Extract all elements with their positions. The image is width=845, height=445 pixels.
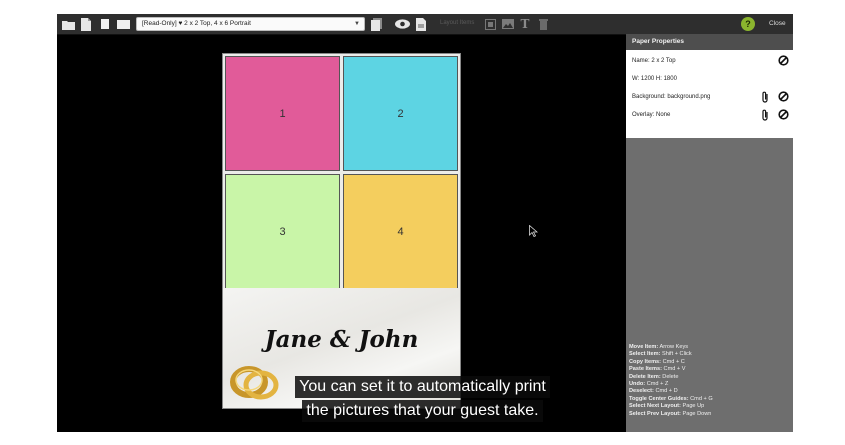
properties-panel: Paper Properties Name: 2 x 2 Top W: 1200… — [626, 34, 793, 432]
photo-slot-number: 1 — [279, 107, 286, 120]
property-background-row[interactable]: Background: background.png — [626, 88, 793, 106]
caption-line-2: the pictures that your guest take. — [302, 400, 543, 422]
shortcut-value: Shift + Click — [661, 351, 692, 358]
help-button[interactable]: ? — [741, 17, 755, 31]
clear-name-icon[interactable] — [778, 55, 789, 66]
mouse-cursor-icon — [529, 225, 538, 237]
photo-slot-3[interactable]: 3 — [225, 174, 340, 289]
property-overlay: Overlay: None — [632, 112, 671, 118]
shortcut-value: Cmd + C — [662, 358, 685, 365]
layout-select[interactable]: [Read-Only] ♥ 2 x 2 Top, 4 x 6 Portrait … — [136, 17, 365, 31]
duplicate-layout-icon[interactable] — [370, 17, 382, 31]
shortcut-key: Select Item: — [629, 351, 661, 358]
property-size-row: W: 1200 H: 1800 — [626, 70, 793, 88]
clear-background-icon[interactable] — [778, 91, 789, 102]
clear-overlay-icon[interactable] — [778, 109, 789, 120]
shortcut-value: Arrow Keys — [659, 344, 689, 350]
layout-items-label: Layout Items — [440, 20, 475, 26]
shortcut-row: Copy Items: Cmd + C — [629, 359, 791, 366]
shortcut-row: Move Item: Arrow Keys — [629, 344, 791, 351]
paper-properties-list: Name: 2 x 2 Top W: 1200 H: 1800 Backgrou… — [626, 50, 793, 138]
layout-editor-window: [Read-Only] ♥ 2 x 2 Top, 4 x 6 Portrait … — [57, 14, 793, 432]
couple-names-text[interactable]: Jane & John — [223, 326, 460, 353]
photo-slot-1[interactable]: 1 — [225, 56, 340, 171]
property-overlay-row[interactable]: Overlay: None — [626, 106, 793, 124]
video-captions: You can set it to automatically print th… — [0, 375, 845, 423]
add-photo-slot-icon[interactable] — [484, 17, 496, 31]
shortcut-value: Cmd + V — [663, 366, 686, 373]
shortcut-row: Select Item: Shift + Click — [629, 351, 791, 358]
trash-icon[interactable] — [538, 17, 548, 31]
toolbar: [Read-Only] ♥ 2 x 2 Top, 4 x 6 Portrait … — [57, 14, 793, 35]
shortcut-row: Paste Items: Cmd + V — [629, 366, 791, 373]
shortcut-key: Paste Items: — [629, 366, 662, 373]
export-document-icon[interactable] — [415, 17, 427, 31]
chevron-down-icon: ▼ — [354, 21, 360, 27]
photo-slot-4[interactable]: 4 — [343, 174, 458, 289]
landscape-orientation-icon[interactable] — [116, 17, 130, 31]
paper-canvas[interactable]: 1 2 3 4 Jane & John — [222, 53, 461, 409]
close-button[interactable]: Close — [769, 20, 786, 27]
caption-line-1: You can set it to automatically print — [295, 376, 550, 398]
photo-slot-number: 2 — [397, 107, 404, 120]
photo-slot-number: 4 — [397, 225, 404, 238]
panel-title: Paper Properties — [626, 34, 793, 50]
photo-slot-number: 3 — [279, 225, 286, 238]
layout-select-value: [Read-Only] ♥ 2 x 2 Top, 4 x 6 Portrait — [142, 20, 251, 27]
portrait-orientation-icon[interactable] — [100, 17, 110, 31]
add-image-icon[interactable] — [502, 17, 514, 31]
preview-eye-icon[interactable] — [394, 17, 410, 31]
shortcut-key: Move Item: — [629, 344, 659, 350]
new-document-icon[interactable] — [80, 17, 92, 31]
attach-overlay-icon[interactable] — [759, 109, 770, 121]
shortcut-key: Copy Items: — [629, 358, 662, 365]
property-name: Name: 2 x 2 Top — [632, 58, 676, 64]
attach-background-icon[interactable] — [759, 91, 770, 103]
photo-slot-2[interactable]: 2 — [343, 56, 458, 171]
property-background: Background: background.png — [632, 94, 711, 100]
open-folder-icon[interactable] — [62, 17, 76, 31]
property-size: W: 1200 H: 1800 — [632, 76, 677, 82]
add-text-icon[interactable]: T — [520, 17, 530, 31]
property-name-row[interactable]: Name: 2 x 2 Top — [626, 52, 793, 70]
